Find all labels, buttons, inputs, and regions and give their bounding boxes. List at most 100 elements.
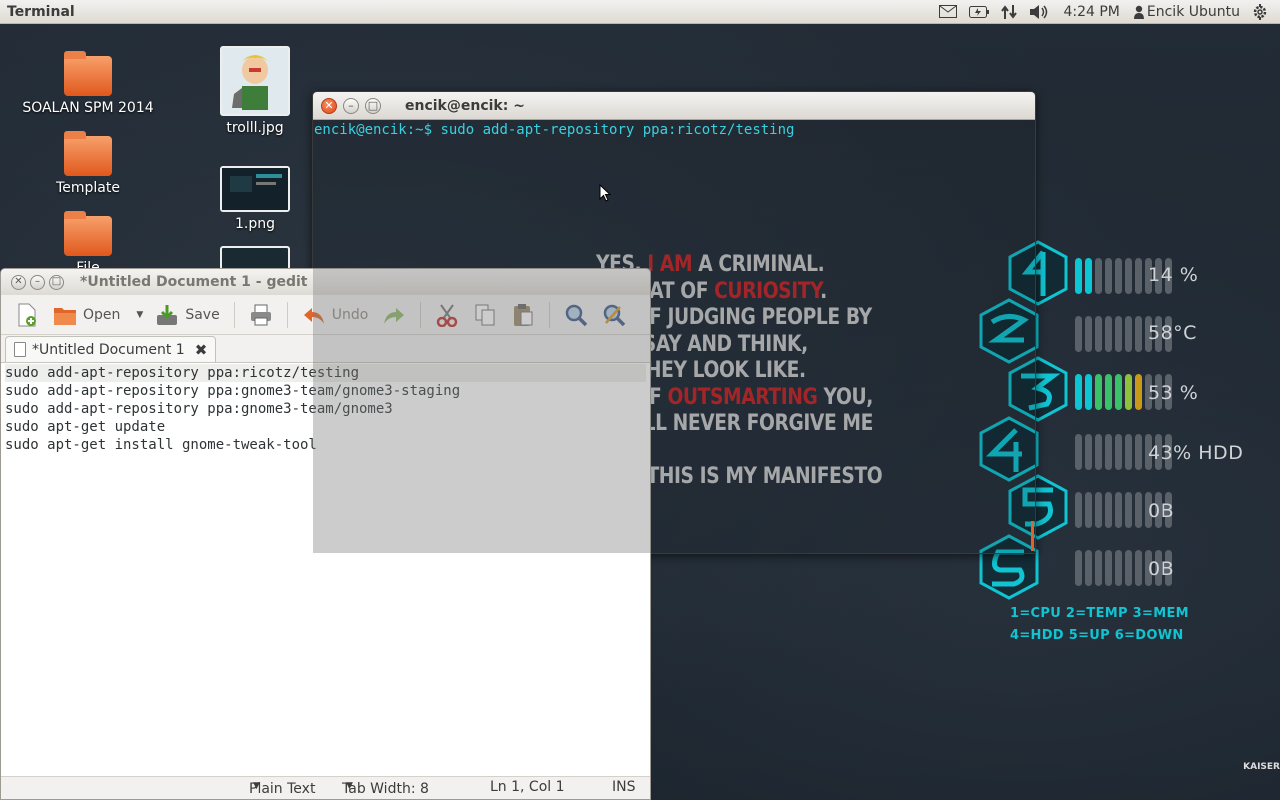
image-thumbnail xyxy=(220,166,290,212)
conky-bar-segment xyxy=(1075,316,1082,352)
mouse-pointer-icon xyxy=(599,184,611,202)
conky-bar-segment xyxy=(1095,258,1102,294)
tab-untitled-document-1[interactable]: *Untitled Document 1 ✖ xyxy=(5,336,217,362)
editor-line: sudo apt-get install gnome-tweak-tool xyxy=(5,437,317,453)
conky-bar-segment xyxy=(1095,316,1102,352)
volume-icon[interactable] xyxy=(1023,0,1055,24)
conky-bar-segment xyxy=(1075,492,1082,528)
undo-button[interactable]: Undo xyxy=(296,299,375,331)
conky-bar-segment xyxy=(1135,374,1142,410)
cursor-position: Ln 1, Col 1 xyxy=(490,779,565,795)
conky-bar-segment xyxy=(1105,492,1112,528)
terminal-prompt: encik@encik:~$ xyxy=(314,122,433,138)
save-label: Save xyxy=(185,306,220,323)
conky-bar-segment xyxy=(1135,550,1142,586)
conky-bar-segment xyxy=(1105,550,1112,586)
cut-button[interactable] xyxy=(429,299,465,331)
active-app-name: Terminal xyxy=(7,3,75,20)
terminal-close-button[interactable]: ✕ xyxy=(321,97,337,114)
terminal-maximize-button[interactable]: □ xyxy=(365,97,381,114)
redo-button[interactable] xyxy=(376,299,412,331)
conky-bar-segment xyxy=(1105,258,1112,294)
conky-legend-line2: 4=HDD 5=UP 6=DOWN xyxy=(1010,628,1184,643)
desktop-icon-1-png[interactable]: 1.png xyxy=(185,166,325,232)
desktop-icon-file[interactable]: File xyxy=(18,211,158,276)
desktop-icon-label: 1.png xyxy=(234,216,275,232)
conky-bar-segment xyxy=(1115,258,1122,294)
gedit-toolbar: Open ▼ Save Undo xyxy=(1,295,650,335)
hdd-value: 43% HDD xyxy=(1148,442,1244,464)
gear-icon[interactable] xyxy=(1246,0,1274,24)
conky-bar-segment xyxy=(1105,316,1112,352)
gedit-titlebar[interactable]: ✕ – □ *Untitled Document 1 - gedit xyxy=(1,269,650,295)
desktop-icon-trolll-jpg[interactable]: trolll.jpg xyxy=(185,46,325,136)
battery-icon[interactable] xyxy=(963,0,995,24)
printer-icon xyxy=(249,303,273,327)
editor-line: sudo add-apt-repository ppa:gnome3-team/… xyxy=(5,401,393,417)
insert-mode: INS xyxy=(612,779,636,795)
search-icon xyxy=(564,303,588,327)
user-icon[interactable] xyxy=(1128,0,1147,24)
conky-bar-segment xyxy=(1075,374,1082,410)
conky-bar-segment xyxy=(1075,258,1082,294)
find-replace-icon xyxy=(602,303,626,327)
gedit-tabbar: *Untitled Document 1 ✖ xyxy=(1,335,650,363)
conky-bar-segment xyxy=(1085,492,1092,528)
terminal-title: encik@encik: ~ xyxy=(405,97,525,114)
mem-value: 53 % xyxy=(1148,382,1199,404)
paste-button[interactable] xyxy=(505,299,541,331)
conky-bar-segment xyxy=(1125,550,1132,586)
desktop-icon-soalan-spm-2014[interactable]: SOALAN SPM 2014 xyxy=(18,51,158,116)
user-name[interactable]: Encik Ubuntu xyxy=(1147,0,1246,24)
conky-bar-segment xyxy=(1125,258,1132,294)
terminal-scroll-indicator xyxy=(1031,521,1034,551)
conky-bar-segment xyxy=(1085,550,1092,586)
document-icon xyxy=(14,342,26,357)
terminal-command: sudo add-apt-repository ppa:ricotz/testi… xyxy=(440,122,795,138)
conky-bar-segment xyxy=(1125,434,1132,470)
conky-bar-segment xyxy=(1115,374,1122,410)
conky-bar-segment xyxy=(1085,374,1092,410)
open-button[interactable]: Open xyxy=(47,299,126,331)
terminal-minimize-button[interactable]: – xyxy=(343,97,359,114)
top-panel: Terminal 4:24 PM Encik Ubuntu xyxy=(0,0,1280,24)
gedit-minimize-button[interactable]: – xyxy=(30,274,45,290)
conky-bar-segment xyxy=(1125,316,1132,352)
conky-bar-segment xyxy=(1125,374,1132,410)
print-button[interactable] xyxy=(243,299,279,331)
conky-bar-segment xyxy=(1105,374,1112,410)
desktop-icon-template[interactable]: Template xyxy=(18,131,158,196)
tab-close-icon[interactable]: ✖ xyxy=(195,341,208,359)
terminal-titlebar[interactable]: ✕ – □ encik@encik: ~ xyxy=(313,92,1035,120)
image-thumbnail xyxy=(220,246,290,270)
copy-button[interactable] xyxy=(467,299,503,331)
toolbar-separator xyxy=(420,301,422,328)
save-button[interactable]: Save xyxy=(149,299,225,331)
scissors-icon xyxy=(435,303,459,327)
conky-bar-segment xyxy=(1115,492,1122,528)
conky-bar-segment xyxy=(1125,492,1132,528)
conky-bar-segment xyxy=(1135,316,1142,352)
gedit-close-button[interactable]: ✕ xyxy=(11,274,26,290)
conky-bar-segment xyxy=(1075,550,1082,586)
save-icon xyxy=(155,303,179,327)
conky-bar-segment xyxy=(1115,316,1122,352)
clock[interactable]: 4:24 PM xyxy=(1055,0,1127,24)
conky-bar-segment xyxy=(1085,434,1092,470)
wallpaper-corner-mark: KAISER xyxy=(1243,762,1280,772)
gedit-title: *Untitled Document 1 - gedit xyxy=(80,274,308,290)
gedit-maximize-button[interactable]: □ xyxy=(49,274,64,290)
open-dropdown-button[interactable]: ▼ xyxy=(128,299,147,331)
find-button[interactable] xyxy=(558,299,594,331)
copy-icon xyxy=(473,303,497,327)
text-editor[interactable]: sudo add-apt-repository ppa:ricotz/testi… xyxy=(1,363,650,776)
find-replace-button[interactable] xyxy=(596,299,632,331)
conky-bar-segment xyxy=(1075,434,1082,470)
new-document-button[interactable] xyxy=(9,299,45,331)
mail-icon[interactable] xyxy=(933,0,963,24)
tab-label: *Untitled Document 1 xyxy=(32,341,185,358)
gedit-window[interactable]: ✕ – □ *Untitled Document 1 - gedit Open … xyxy=(0,268,651,800)
chevron-down-icon: ▼ xyxy=(253,781,260,791)
conky-bar-segment xyxy=(1115,550,1122,586)
network-icon[interactable] xyxy=(995,0,1023,24)
